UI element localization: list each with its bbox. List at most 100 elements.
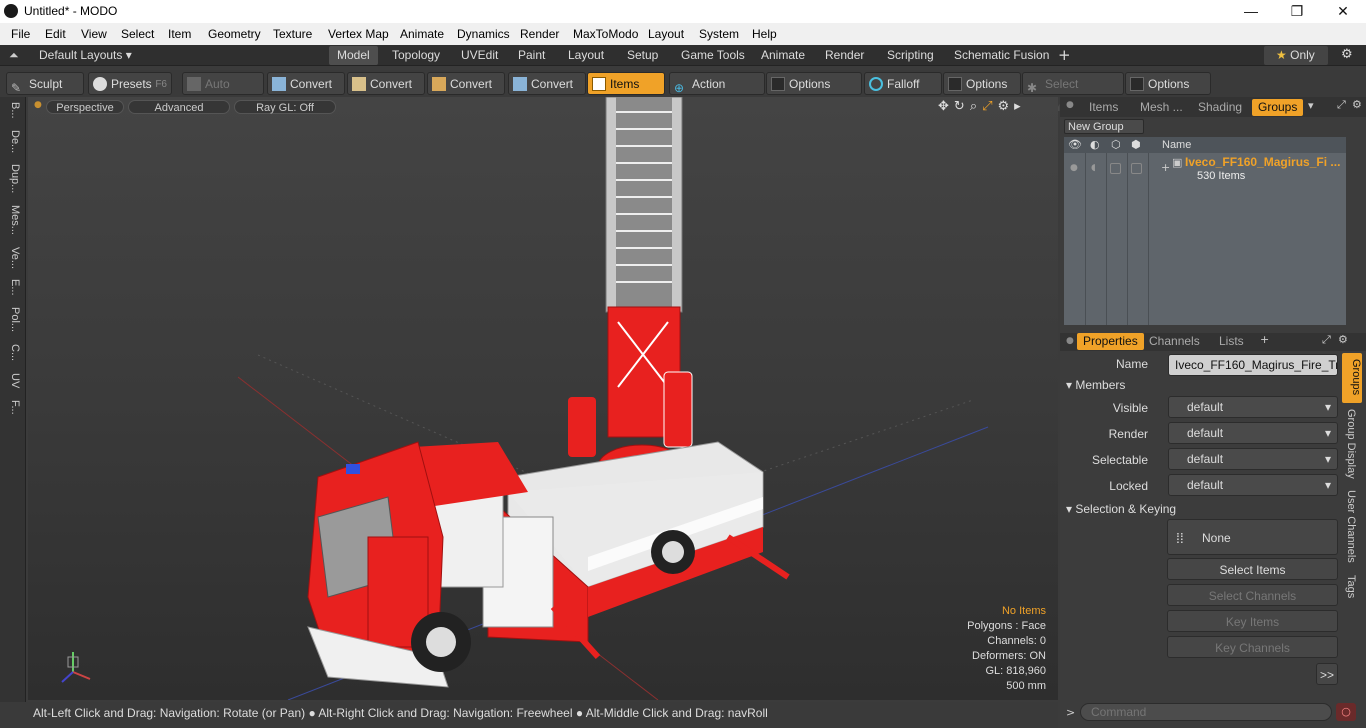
- menu-view[interactable]: View: [81, 27, 107, 41]
- vtab-polygon[interactable]: Pol...: [3, 307, 21, 332]
- panel-dot-icon[interactable]: ●: [1066, 100, 1074, 110]
- menu-item[interactable]: Item: [168, 27, 191, 41]
- minimize-button[interactable]: —: [1228, 0, 1274, 23]
- select-col-icon[interactable]: ⬢: [1131, 138, 1141, 151]
- select-items-button[interactable]: Select Items: [1167, 558, 1338, 580]
- menu-select[interactable]: Select: [121, 27, 154, 41]
- panel-gear-icon[interactable]: ⚙: [1338, 333, 1348, 346]
- auto-select-button[interactable]: Auto Select: [182, 72, 264, 114]
- expand-icon[interactable]: ⤢: [1322, 333, 1331, 347]
- action-center-options-button[interactable]: Options: [766, 72, 862, 95]
- only-toggle[interactable]: ★ Only: [1264, 46, 1328, 65]
- render-dropdown[interactable]: default ▾: [1168, 422, 1338, 444]
- render-toggle-icon[interactable]: ◖: [1091, 163, 1096, 173]
- menu-render[interactable]: Render: [520, 27, 559, 41]
- tab-groups[interactable]: Groups: [1252, 99, 1304, 116]
- vtab-curve[interactable]: C...: [3, 344, 21, 361]
- tab-animate[interactable]: Animate: [753, 46, 813, 65]
- vtab-vertex[interactable]: Ve...: [3, 247, 21, 269]
- vtab-fusion[interactable]: F...: [3, 400, 21, 415]
- side-tab-group-display[interactable]: Group Display: [1345, 409, 1357, 479]
- lock-checkbox[interactable]: [1110, 163, 1121, 174]
- vtab-mesh[interactable]: Mes...: [3, 205, 21, 235]
- key-channels-button[interactable]: Key Channels: [1167, 636, 1338, 658]
- tab-model[interactable]: Model: [329, 46, 378, 65]
- visible-dropdown[interactable]: default ▾: [1168, 396, 1338, 418]
- maximize-button[interactable]: ❐: [1274, 0, 1320, 23]
- tab-schematic-fusion[interactable]: Schematic Fusion: [946, 46, 1057, 65]
- new-group-button[interactable]: New Group: [1064, 119, 1144, 134]
- menu-dynamics[interactable]: Dynamics: [457, 27, 510, 41]
- select-checkbox[interactable]: [1131, 163, 1142, 174]
- more-button[interactable]: >>: [1316, 663, 1338, 685]
- tab-channels[interactable]: Channels: [1149, 333, 1200, 350]
- menu-maxtomodo[interactable]: MaxToModo: [573, 27, 638, 41]
- members-section[interactable]: ▾ Members: [1066, 378, 1125, 392]
- visibility-col-icon[interactable]: 👁: [1068, 138, 1082, 151]
- select-through-button[interactable]: ✱Select Through: [1022, 72, 1124, 114]
- side-tab-tags[interactable]: Tags: [1345, 575, 1357, 598]
- vtab-basic[interactable]: B...: [3, 102, 21, 119]
- tab-game-tools[interactable]: Game Tools: [673, 46, 753, 65]
- none-keying-button[interactable]: ⁞⁞ None: [1167, 519, 1338, 555]
- command-input[interactable]: [1080, 703, 1332, 721]
- side-tab-groups[interactable]: Groups: [1342, 353, 1362, 403]
- menu-edit[interactable]: Edit: [45, 27, 66, 41]
- tab-shading[interactable]: Shading: [1198, 99, 1242, 116]
- menu-texture[interactable]: Texture: [273, 27, 312, 41]
- presets-button[interactable]: Presets F6: [88, 72, 172, 95]
- tab-render[interactable]: Render: [817, 46, 872, 65]
- key-items-button[interactable]: Key Items: [1167, 610, 1338, 632]
- select-channels-button[interactable]: Select Channels: [1167, 584, 1338, 606]
- default-layouts-dropdown[interactable]: Default Layouts ▾: [39, 48, 132, 62]
- settings-gear-icon[interactable]: ⚙: [1341, 47, 1353, 62]
- tab-paint[interactable]: Paint: [510, 46, 553, 65]
- tab-topology[interactable]: Topology: [384, 46, 448, 65]
- tab-setup[interactable]: Setup: [619, 46, 666, 65]
- locked-dropdown[interactable]: default ▾: [1168, 474, 1338, 496]
- record-macro-icon[interactable]: ○: [1336, 703, 1356, 721]
- items-mode-button[interactable]: Items: [587, 72, 665, 95]
- close-button[interactable]: ✕: [1320, 0, 1366, 23]
- selectable-dropdown[interactable]: default ▾: [1168, 448, 1338, 470]
- side-tab-user-channels[interactable]: User Channels: [1345, 490, 1357, 563]
- tab-items[interactable]: Items: [1089, 99, 1118, 116]
- group-row[interactable]: ● ◖ + ▣ Iveco_FF160_Magirus_Fi ... 530 I…: [1064, 155, 1346, 185]
- render-col-icon[interactable]: ◐: [1090, 138, 1100, 151]
- add-tab-icon[interactable]: +: [1260, 333, 1269, 346]
- menu-geometry[interactable]: Geometry: [208, 27, 261, 41]
- tab-scripting[interactable]: Scripting: [879, 46, 942, 65]
- convert-button-4[interactable]: Convert: [508, 72, 586, 95]
- selection-keying-section[interactable]: ▾ Selection & Keying: [1066, 502, 1176, 516]
- group-name[interactable]: Iveco_FF160_Magirus_Fi ...: [1185, 155, 1340, 169]
- menu-help[interactable]: Help: [752, 27, 777, 41]
- menu-file[interactable]: File: [11, 27, 30, 41]
- visibility-eye-icon[interactable]: ●: [1070, 163, 1078, 173]
- layout-up-icon[interactable]: ⏶: [9, 48, 19, 63]
- convert-button-3[interactable]: Convert: [427, 72, 505, 95]
- tab-uvedit[interactable]: UVEdit: [453, 46, 506, 65]
- tab-properties[interactable]: Properties: [1077, 333, 1144, 350]
- sculpt-button[interactable]: ✎ Sculpt: [6, 72, 84, 95]
- name-field[interactable]: Iveco_FF160_Magirus_Fire_Truck: [1168, 354, 1338, 376]
- expand-icon[interactable]: ⤢: [1337, 98, 1346, 112]
- falloff-button[interactable]: Falloff: [864, 72, 942, 95]
- convert-button-2[interactable]: Convert: [347, 72, 425, 95]
- falloff-options-button[interactable]: Options: [943, 72, 1021, 95]
- expand-plus-icon[interactable]: +: [1161, 161, 1170, 174]
- lock-col-icon[interactable]: ⬡: [1111, 138, 1121, 151]
- vtab-edge[interactable]: E...: [3, 279, 21, 296]
- select-options-button[interactable]: Options: [1125, 72, 1211, 95]
- convert-button-1[interactable]: Convert: [267, 72, 345, 95]
- tab-lists[interactable]: Lists: [1219, 333, 1244, 350]
- menu-system[interactable]: System: [699, 27, 739, 41]
- vtab-deform[interactable]: De...: [3, 130, 21, 153]
- tab-mesh[interactable]: Mesh ...: [1140, 99, 1183, 116]
- tab-menu-chevron-icon[interactable]: ▾: [1308, 99, 1314, 112]
- menu-animate[interactable]: Animate: [400, 27, 444, 41]
- menu-layout[interactable]: Layout: [648, 27, 684, 41]
- panel-gear-icon[interactable]: ⚙: [1352, 98, 1362, 111]
- 3d-viewport[interactable]: ● Perspective Advanced Ray GL: Off ✥↻⌕⤢⚙…: [28, 97, 1058, 700]
- vtab-duplicate[interactable]: Dup...: [3, 164, 21, 193]
- tab-layout[interactable]: Layout: [560, 46, 612, 65]
